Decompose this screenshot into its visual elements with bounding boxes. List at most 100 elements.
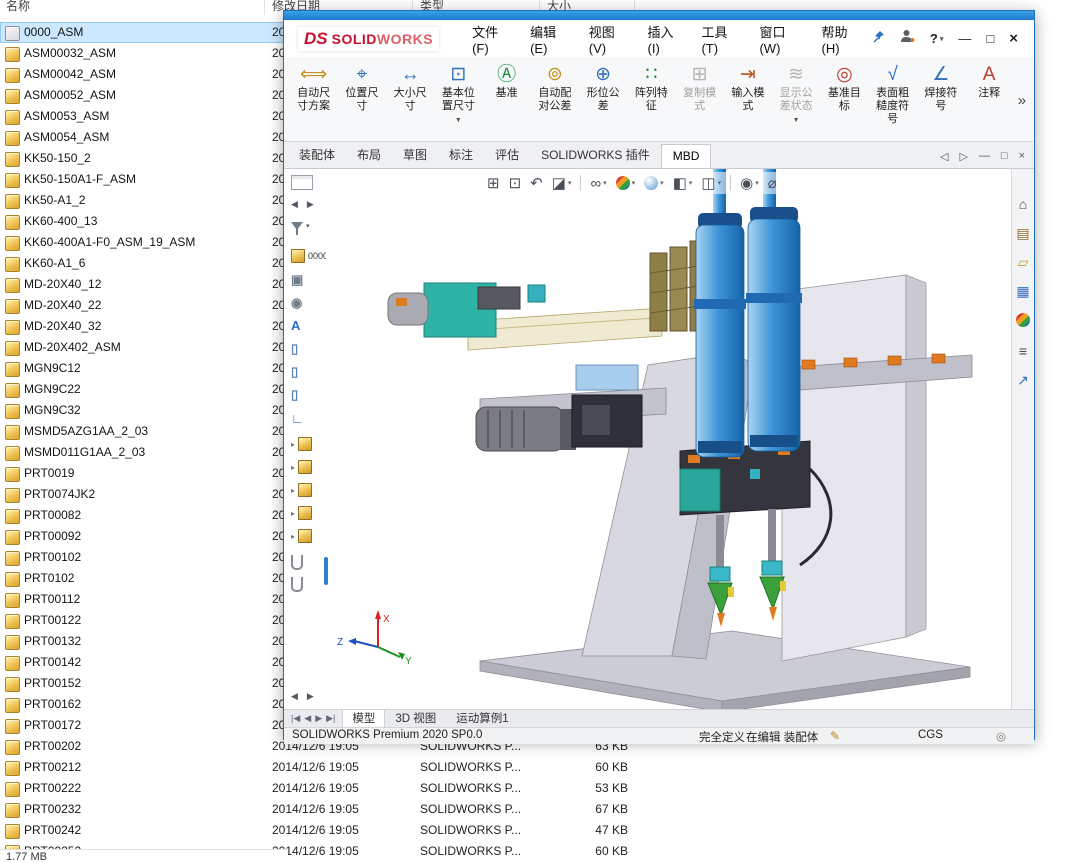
user-account-icon[interactable] — [900, 29, 915, 48]
component-cube-icon[interactable]: ▸ — [291, 437, 312, 451]
quick-tip-icon[interactable]: ◎ — [996, 729, 1006, 743]
command-tab[interactable]: 布局 — [346, 142, 392, 168]
file-row[interactable]: PRT002422014/12/6 19:05SOLIDWORKS P...47… — [0, 820, 660, 841]
menu-item[interactable]: 工具(T) — [692, 18, 750, 60]
filter-icon[interactable]: ▾ — [291, 221, 310, 230]
datum-button[interactable]: Ⓐ基准 — [483, 59, 530, 141]
expand-arrow-icon[interactable]: ▸ — [291, 486, 295, 495]
zoom-fit-icon[interactable]: ⊞ — [487, 174, 500, 192]
scroll-right-icon[interactable]: ▶ — [307, 691, 314, 702]
front-plane-icon[interactable]: ▯ — [291, 342, 298, 356]
help-button[interactable]: ?▾ — [930, 31, 943, 46]
previous-view-icon[interactable]: ↶ — [530, 174, 543, 192]
section-view-icon[interactable]: ◪▾ — [552, 174, 572, 192]
note-button[interactable]: A注释 — [966, 59, 1013, 141]
menu-item[interactable]: 窗口(W) — [750, 18, 812, 60]
command-tab[interactable]: 装配体 — [288, 142, 346, 168]
sensors-icon[interactable]: ◉ — [291, 296, 302, 310]
component-cube-icon[interactable]: ▸ — [291, 529, 312, 543]
view-orientation-icon[interactable]: ◧▾ — [673, 174, 693, 192]
annotations-icon[interactable]: A — [291, 319, 300, 333]
command-tab[interactable]: 草图 — [392, 142, 438, 168]
pin-icon[interactable] — [872, 30, 885, 48]
doc-restore-icon[interactable]: □ — [1001, 150, 1008, 163]
location-dimension-button[interactable]: ⌖位置尺寸 — [338, 59, 385, 141]
edit-pencil-icon[interactable]: ✎ — [830, 729, 840, 743]
expand-arrow-icon[interactable]: ▸ — [291, 440, 295, 449]
menu-item[interactable]: 插入(I) — [639, 18, 693, 60]
apply-scene-icon[interactable]: ▾ — [644, 176, 664, 190]
units-selector[interactable]: CGS — [918, 729, 943, 741]
assembly-root-icon[interactable]: 0000 — [291, 249, 326, 263]
pattern-feature-button[interactable]: ∷阵列特征 — [628, 59, 675, 141]
file-row[interactable]: PRT002222014/12/6 19:05SOLIDWORKS P...53… — [0, 778, 660, 799]
top-plane-icon[interactable]: ▯ — [291, 365, 298, 379]
tree-scrollbar[interactable] — [324, 557, 328, 585]
custom-properties-icon[interactable]: ≡ — [1019, 344, 1027, 359]
viewport-tab[interactable]: 3D 视图 — [385, 709, 446, 728]
command-tab[interactable]: MBD — [661, 144, 712, 168]
surface-finish-button[interactable]: √表面粗糙度符号 — [869, 59, 916, 141]
collapse-right-pane-icon[interactable]: ▷ — [959, 150, 967, 163]
last-tab-icon[interactable]: ▶| — [326, 713, 335, 724]
size-dimension-button[interactable]: ↔大小尺寸 — [387, 59, 434, 141]
first-tab-icon[interactable]: |◀ — [291, 713, 300, 724]
expand-arrow-icon[interactable]: ▸ — [291, 509, 295, 518]
menu-item[interactable]: 编辑(E) — [521, 18, 580, 60]
toolbar-overflow-button[interactable]: » — [1014, 92, 1030, 109]
mates-clip-icon[interactable] — [291, 555, 303, 570]
pack-and-go-icon[interactable]: ↗ — [1017, 373, 1029, 388]
expand-arrow-icon[interactable]: ▸ — [291, 463, 295, 472]
graphics-viewport[interactable]: ⊞ ⊡ ↶ ◪▾ ∞▾ ▾ ▾ ◧▾ ◫▾ ◉▾ ⌀ — [330, 169, 1011, 709]
tolerance-status-button[interactable]: ≋显示公差状态▼ — [773, 59, 820, 141]
import-scheme-button[interactable]: ⇥输入模式 — [724, 59, 771, 141]
command-tab[interactable]: 标注 — [438, 142, 484, 168]
scroll-left-icon[interactable]: ◀ — [291, 199, 298, 210]
view-palette-icon[interactable]: ▦ — [1016, 284, 1029, 299]
viewport-tab[interactable]: 模型 — [342, 709, 385, 728]
next-tab-icon[interactable]: ▶ — [315, 713, 322, 724]
measure-icon[interactable]: ⌀ — [768, 174, 777, 192]
file-row[interactable]: PRT002122014/12/6 19:05SOLIDWORKS P...60… — [0, 757, 660, 778]
collapse-left-pane-icon[interactable]: ◁ — [940, 150, 948, 163]
expand-arrow-icon[interactable]: ▸ — [291, 532, 295, 541]
mates-clip-icon[interactable] — [291, 577, 303, 592]
command-tab[interactable]: SOLIDWORKS 插件 — [530, 142, 661, 168]
scroll-right-icon[interactable]: ▶ — [307, 199, 314, 210]
column-header-name[interactable]: 名称 — [6, 0, 30, 14]
viewport-tab[interactable]: 运动算例1 — [446, 709, 518, 728]
menu-item[interactable]: 文件(F) — [463, 18, 521, 60]
hide-items-icon[interactable]: ◉▾ — [740, 174, 759, 192]
component-cube-icon[interactable]: ▸ — [291, 483, 312, 497]
file-row[interactable]: PRT002322014/12/6 19:05SOLIDWORKS P...67… — [0, 799, 660, 820]
display-pane-toggle[interactable] — [291, 175, 313, 190]
design-library-icon[interactable]: ▤ — [1016, 226, 1029, 241]
history-icon[interactable]: ▣ — [291, 273, 303, 287]
command-tab[interactable]: 评估 — [484, 142, 530, 168]
basic-location-dimension-button[interactable]: ⊡基本位置尺寸▼ — [435, 59, 482, 141]
doc-minimize-icon[interactable]: — — [979, 150, 990, 163]
maximize-button[interactable]: □ — [986, 31, 994, 46]
geometric-tolerance-button[interactable]: ⊕形位公差 — [580, 59, 627, 141]
file-explorer-icon[interactable]: ▱ — [1018, 255, 1029, 270]
display-style-icon[interactable]: ◫▾ — [701, 174, 721, 192]
zoom-area-icon[interactable]: ⊡ — [509, 174, 522, 192]
datum-target-button[interactable]: ◎基准目标 — [821, 59, 868, 141]
menu-item[interactable]: 视图(V) — [580, 18, 639, 60]
minimize-button[interactable]: — — [958, 31, 971, 46]
copy-scheme-button[interactable]: ⊞复制模式 — [676, 59, 723, 141]
weld-symbol-button[interactable]: ∠焊接符号 — [917, 59, 964, 141]
auto-dimension-scheme-button[interactable]: ⟺自动尺寸方案 — [290, 59, 337, 141]
prev-tab-icon[interactable]: ◀ — [304, 713, 311, 724]
column-divider[interactable] — [264, 0, 265, 15]
hide-show-icon[interactable]: ∞▾ — [590, 175, 606, 192]
right-plane-icon[interactable]: ▯ — [291, 388, 298, 402]
menu-item[interactable]: 帮助(H) — [813, 18, 872, 60]
close-button[interactable]: × — [1009, 30, 1018, 47]
component-cube-icon[interactable]: ▸ — [291, 506, 312, 520]
doc-close-icon[interactable]: × — [1019, 150, 1025, 163]
edit-appearance-icon[interactable]: ▾ — [616, 176, 636, 190]
home-icon[interactable]: ⌂ — [1019, 197, 1027, 212]
scroll-left-icon[interactable]: ◀ — [291, 691, 298, 702]
auto-pair-tolerance-button[interactable]: ⊚自动配对公差 — [531, 59, 578, 141]
